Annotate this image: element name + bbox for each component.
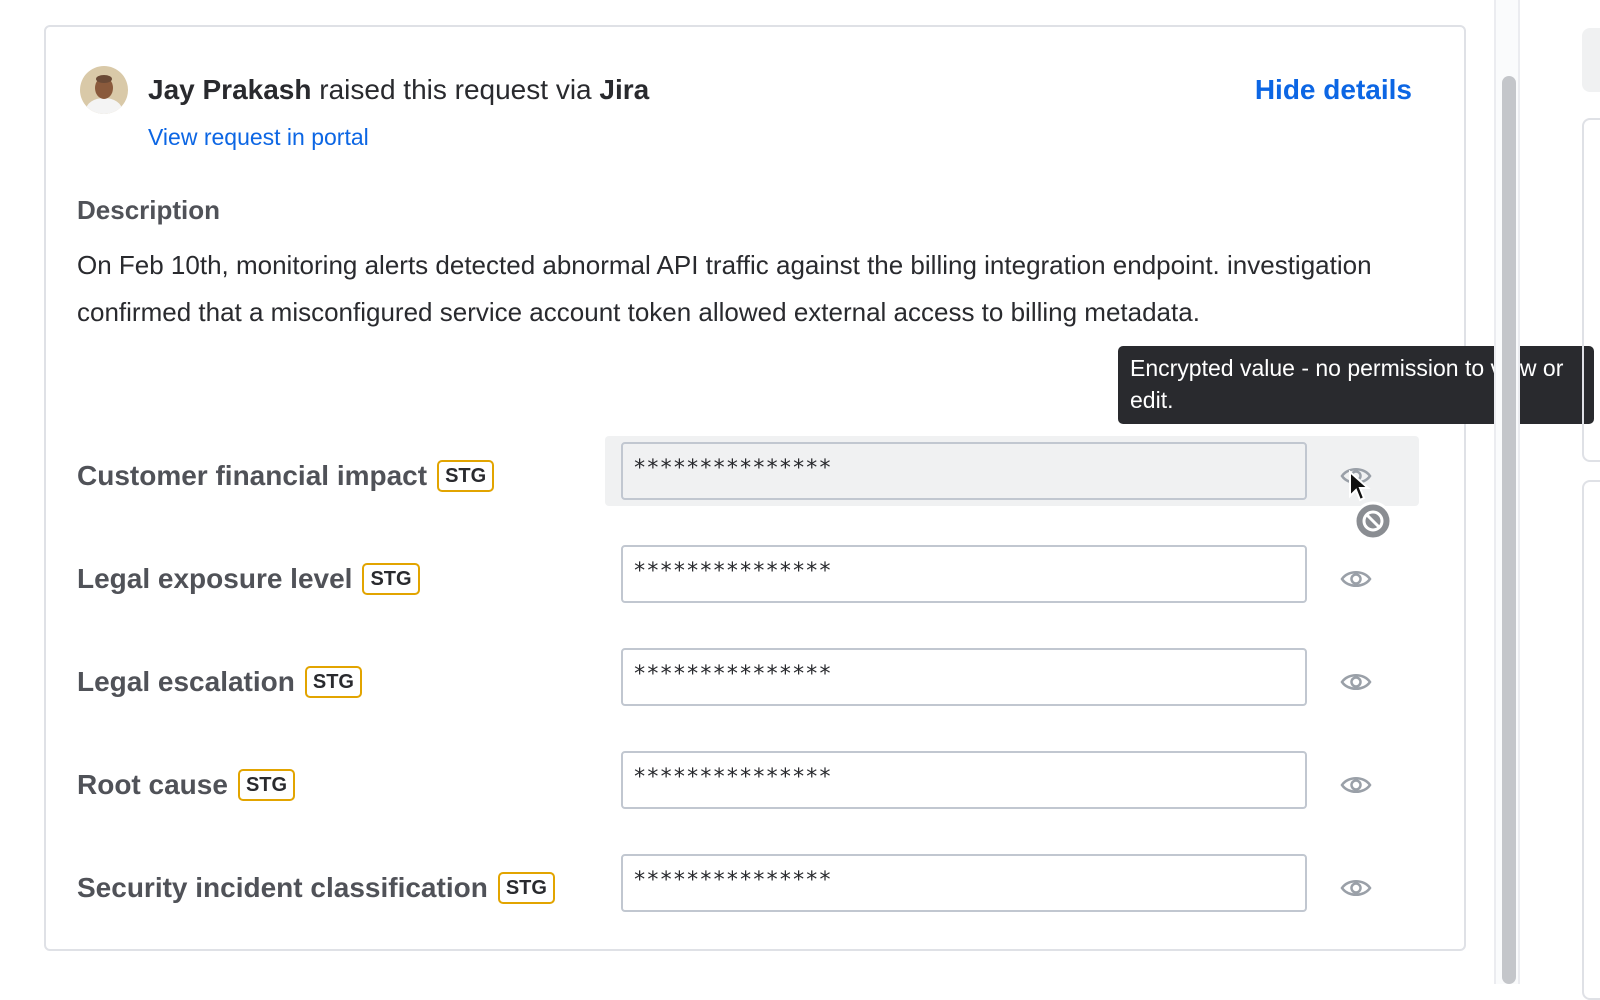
stg-badge: STG	[362, 563, 420, 595]
legal-exposure-level-field[interactable]: ***************	[621, 545, 1307, 603]
customer-financial-impact-field[interactable]: ***************	[621, 442, 1307, 500]
view-request-in-portal-link[interactable]: View request in portal	[148, 122, 369, 152]
field-label-text: Legal exposure level	[77, 563, 353, 594]
field-label-text: Legal escalation	[77, 666, 295, 697]
hide-details-link[interactable]: Hide details	[1255, 72, 1412, 108]
side-panel-tab[interactable]	[1582, 28, 1600, 92]
stg-badge: STG	[497, 872, 555, 904]
field-label-legal-exposure-level: Legal exposure level STG	[77, 561, 420, 597]
field-label-security-incident-classification: Security incident classification STG	[77, 870, 555, 906]
eye-icon[interactable]	[1339, 871, 1373, 905]
eye-icon[interactable]	[1339, 768, 1373, 802]
vertical-scrollbar-thumb[interactable]	[1502, 76, 1516, 984]
raised-text: raised this request via	[311, 74, 600, 105]
side-panel-section	[1582, 118, 1600, 462]
stg-badge: STG	[304, 666, 362, 698]
field-label-legal-escalation: Legal escalation STG	[77, 664, 362, 700]
requester-name[interactable]: Jay Prakash	[148, 74, 311, 105]
stg-badge: STG	[437, 460, 495, 492]
request-raised-line: Jay Prakash raised this request via Jira	[148, 72, 649, 108]
legal-escalation-field[interactable]: ***************	[621, 648, 1307, 706]
root-cause-field[interactable]: ***************	[621, 751, 1307, 809]
encrypted-value-tooltip: Encrypted value - no permission to view …	[1118, 346, 1594, 424]
eye-icon[interactable]	[1339, 562, 1373, 596]
side-panel-section	[1582, 480, 1600, 1000]
eye-icon[interactable]	[1339, 665, 1373, 699]
description-text: On Feb 10th, monitoring alerts detected …	[77, 250, 1372, 327]
field-label-root-cause: Root cause STG	[77, 767, 296, 803]
channel-name: Jira	[599, 74, 650, 105]
requester-avatar	[80, 66, 128, 114]
description-label: Description	[77, 195, 221, 225]
field-label-text: Customer financial impact	[77, 460, 428, 491]
stg-badge: STG	[237, 769, 296, 801]
field-label-text: Root cause	[77, 769, 228, 800]
field-label-customer-financial-impact: Customer financial impact STG	[77, 458, 495, 494]
not-allowed-icon	[1353, 501, 1393, 546]
field-label-text: Security incident classification	[77, 872, 488, 903]
security-incident-classification-field[interactable]: ***************	[621, 854, 1307, 912]
